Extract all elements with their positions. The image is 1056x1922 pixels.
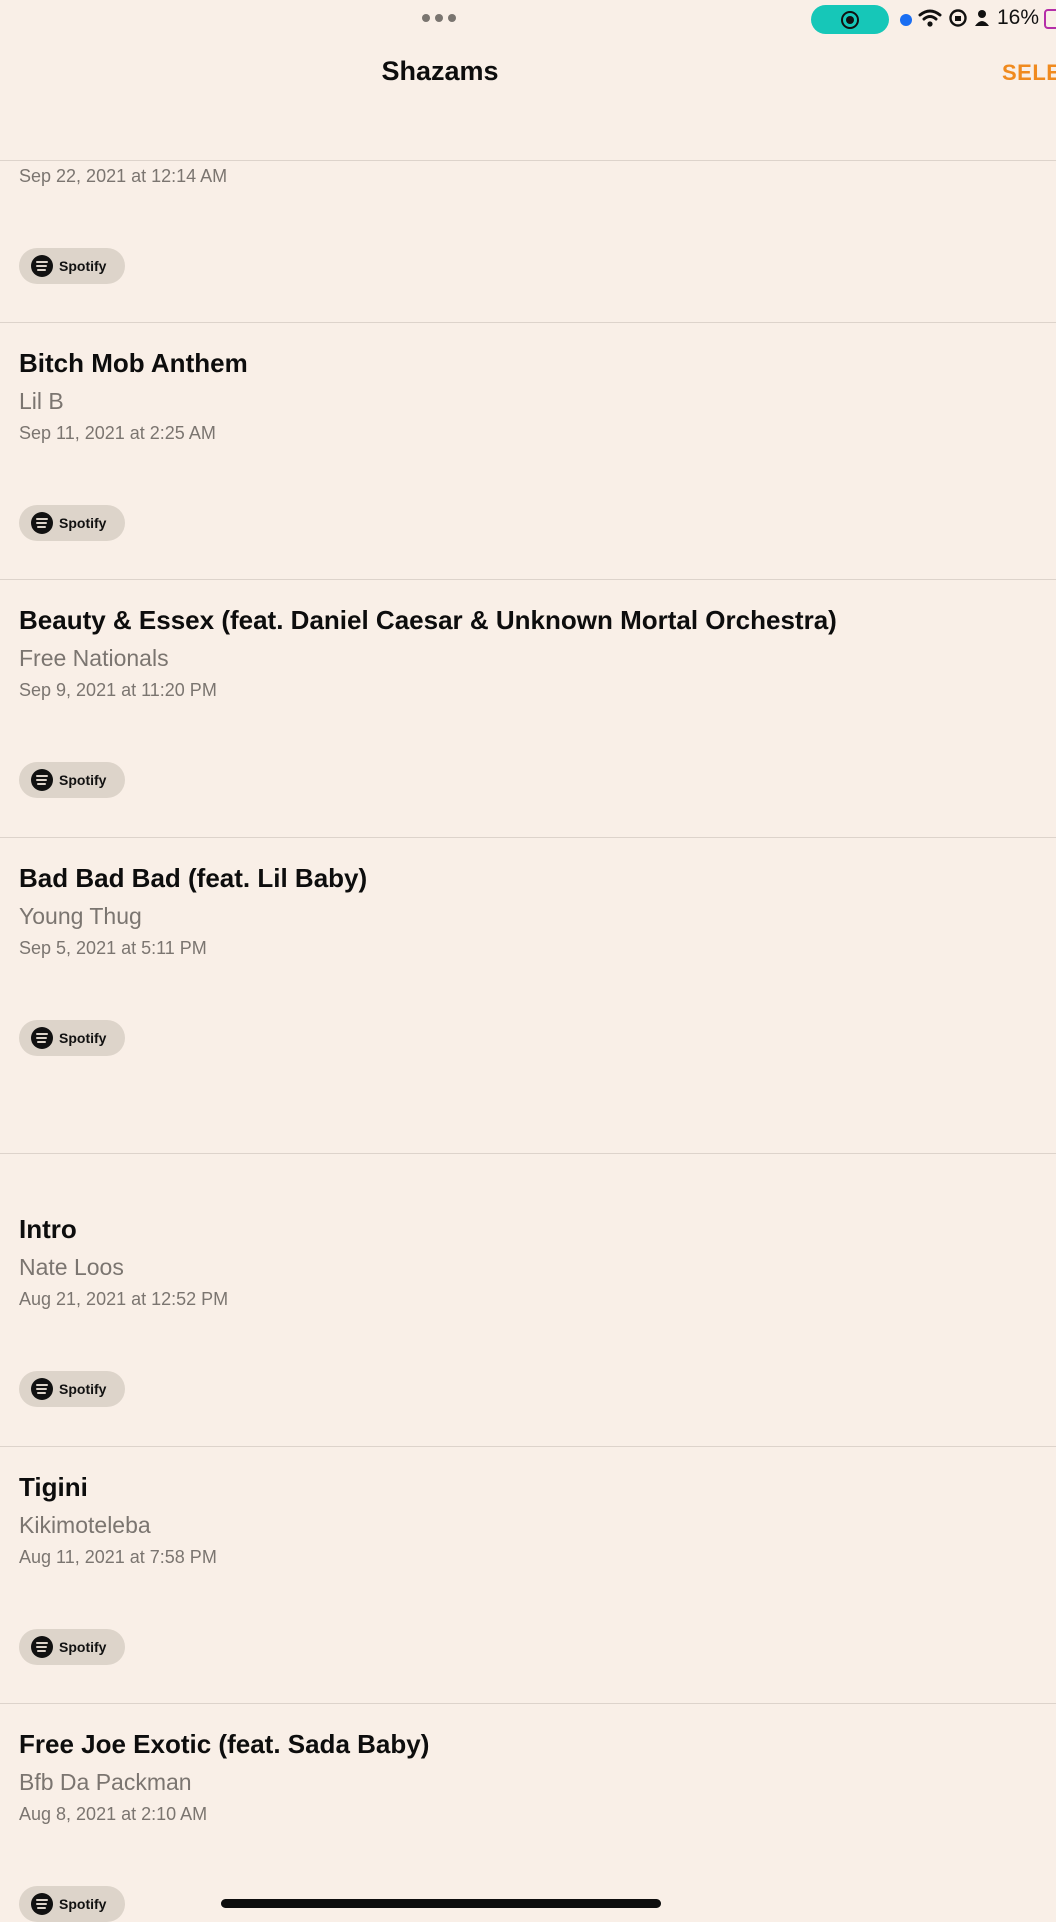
song-title: Intro	[19, 1214, 77, 1244]
page-title: Shazams	[381, 56, 499, 86]
spotify-icon	[31, 1893, 53, 1915]
spotify-label: Spotify	[59, 772, 107, 788]
spotify-icon	[31, 1378, 53, 1400]
spotify-label: Spotify	[59, 1639, 107, 1655]
item-date: Sep 5, 2021 at 5:11 PM	[19, 938, 207, 958]
status-bar: 16%	[0, 0, 1056, 38]
battery-percent: 16%	[997, 6, 1040, 29]
item-date: Sep 9, 2021 at 11:20 PM	[19, 680, 217, 700]
record-icon	[841, 11, 859, 29]
divider	[0, 1446, 1056, 1447]
song-title: Beauty & Essex (feat. Daniel Caesar & Un…	[19, 605, 837, 635]
spotify-icon	[31, 1636, 53, 1658]
divider	[0, 579, 1056, 580]
divider	[0, 160, 1056, 161]
multitasking-dots-icon[interactable]	[422, 14, 462, 24]
spotify-icon	[31, 1027, 53, 1049]
item-date: Aug 21, 2021 at 12:52 PM	[19, 1289, 229, 1309]
spotify-button[interactable]: Spotify	[19, 1020, 125, 1056]
spotify-button[interactable]: Spotify	[19, 1629, 125, 1665]
item-date: Sep 22, 2021 at 12:14 AM	[19, 166, 228, 186]
spotify-icon	[31, 255, 53, 277]
artist-name: Free Nationals	[19, 645, 169, 671]
song-title: Tigini	[19, 1472, 88, 1502]
spotify-label: Spotify	[59, 1030, 107, 1046]
item-date: Aug 11, 2021 at 7:58 PM	[19, 1547, 217, 1567]
wifi-icon	[918, 9, 942, 27]
spotify-button[interactable]: Spotify	[19, 505, 125, 541]
song-title: Free Joe Exotic (feat. Sada Baby)	[19, 1729, 430, 1759]
spotify-label: Spotify	[59, 258, 107, 274]
spotify-button[interactable]: Spotify	[19, 1371, 125, 1407]
spotify-label: Spotify	[59, 515, 107, 531]
select-button[interactable]: SELE	[1002, 60, 1056, 86]
item-date: Sep 11, 2021 at 2:25 AM	[19, 423, 216, 443]
artist-name: Bfb Da Packman	[19, 1769, 192, 1795]
section-divider	[0, 1153, 1056, 1154]
song-title: Bad Bad Bad (feat. Lil Baby)	[19, 863, 368, 893]
divider	[0, 837, 1056, 838]
song-title: Bitch Mob Anthem	[19, 348, 248, 378]
divider	[0, 1703, 1056, 1704]
spotify-icon	[31, 512, 53, 534]
home-indicator[interactable]	[221, 1899, 661, 1908]
battery-icon	[1044, 9, 1056, 29]
spotify-label: Spotify	[59, 1896, 107, 1912]
artist-name: Nate Loos	[19, 1254, 124, 1280]
artist-name: Lil B	[19, 388, 64, 414]
spotify-button[interactable]: Spotify	[19, 762, 125, 798]
spotify-label: Spotify	[59, 1381, 107, 1397]
rotation-lock-icon	[949, 9, 967, 27]
item-date: Aug 8, 2021 at 2:10 AM	[19, 1804, 208, 1824]
person-icon	[975, 10, 989, 26]
spotify-icon	[31, 769, 53, 791]
artist-name: Young Thug	[19, 903, 142, 929]
artist-name: Kikimoteleba	[19, 1512, 151, 1538]
divider	[0, 322, 1056, 323]
screen-recording-indicator[interactable]	[811, 5, 889, 34]
location-dot-icon	[900, 14, 912, 26]
spotify-button[interactable]: Spotify	[19, 248, 125, 284]
spotify-button[interactable]: Spotify	[19, 1886, 125, 1922]
